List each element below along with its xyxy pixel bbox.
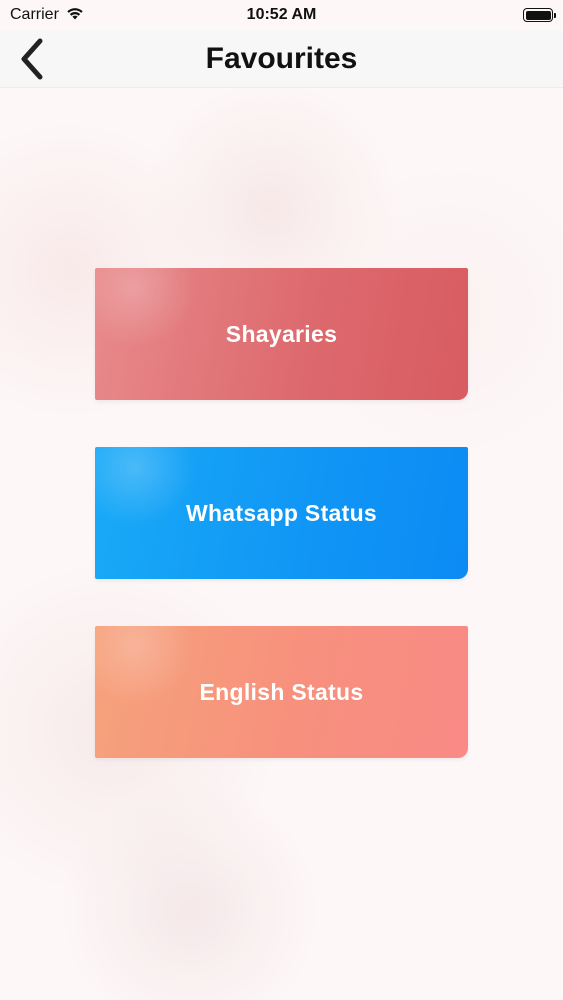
whatsapp-status-button[interactable]: Whatsapp Status bbox=[95, 447, 468, 579]
shayaries-label: Shayaries bbox=[225, 320, 338, 347]
battery-icon bbox=[523, 8, 556, 22]
battery-level bbox=[525, 10, 551, 20]
chevron-left-icon bbox=[21, 38, 43, 80]
shayaries-button[interactable]: Shayaries bbox=[95, 268, 468, 400]
status-bar: Carrier 10:52 AM bbox=[0, 0, 563, 30]
background-bokeh bbox=[60, 780, 320, 1000]
whatsapp-status-label: Whatsapp Status bbox=[185, 499, 378, 526]
page-title: Favourites bbox=[205, 41, 358, 75]
back-button[interactable] bbox=[14, 36, 50, 82]
card-glow bbox=[95, 626, 195, 706]
english-status-button[interactable]: English Status bbox=[95, 626, 468, 758]
card-glow bbox=[95, 268, 195, 348]
status-time: 10:52 AM bbox=[246, 6, 317, 23]
nav-bar: Favourites bbox=[0, 30, 563, 88]
favourites-screen: Carrier 10:52 AM Favourites Shayaries Wh… bbox=[0, 0, 563, 1000]
english-status-label: English Status bbox=[199, 678, 364, 705]
card-glow bbox=[95, 447, 195, 527]
